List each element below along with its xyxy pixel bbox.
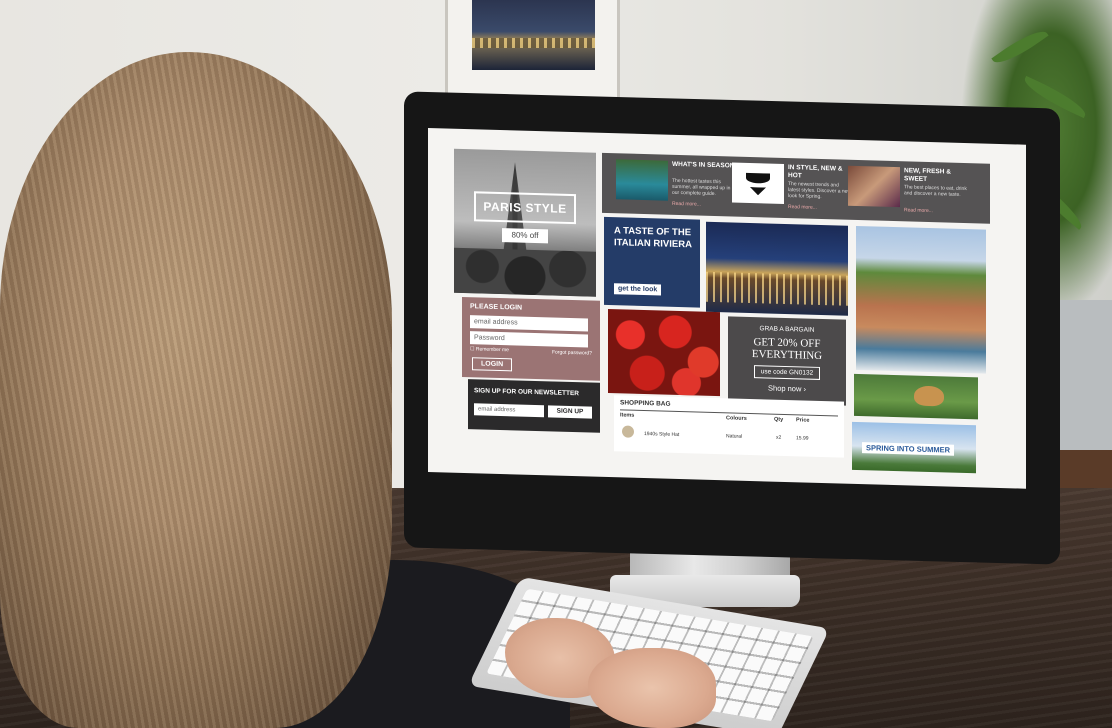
login-panel: PLEASE LOGIN email address Password ☐ Re… [462,296,600,381]
spring-into-summer-banner[interactable]: SPRING INTO SUMMER [852,421,976,474]
feature-item-season[interactable]: WHAT'S IN SEASON The hottest tastes this… [616,159,736,210]
login-title: PLEASE LOGIN [470,303,523,312]
bag-item-qty: x2 [776,434,782,441]
bargain-headline: GET 20% OFF EVERYTHING [751,336,823,363]
bag-item-price: 15.99 [796,435,809,442]
newsletter-panel: SIGN UP FOR OUR NEWSLETTER email address… [468,379,600,433]
hat-thumbnail [622,425,634,438]
wall-picture-frame [445,0,620,104]
paris-style-banner[interactable]: PARIS STYLE 80% off [454,148,596,297]
shop-now-link[interactable]: Shop now › [728,382,846,394]
newsletter-email-input[interactable]: email address [474,403,544,418]
bargain-promo[interactable]: GRAB A BARGAIN GET 20% OFF EVERYTHING us… [728,316,846,406]
italian-riviera-promo[interactable]: A TASTE OF THE ITALIAN RIVIERA get the l… [604,216,700,308]
woman-hair [0,52,392,728]
get-the-look-button[interactable]: get the look [614,283,662,296]
coffee-thumbnail [848,165,900,208]
feature-item-style[interactable]: IN STYLE, NEW & HOT The newest trends an… [732,162,852,213]
lagoon-thumbnail [616,159,668,201]
spring-into-summer-label: SPRING INTO SUMMER [862,442,955,456]
bag-item-colour: Natural [726,433,743,440]
login-button[interactable]: LOGIN [472,357,513,372]
italian-riviera-title: A TASTE OF THE ITALIAN RIVIERA [614,225,692,251]
feature-strip: WHAT'S IN SEASON The hottest tastes this… [602,152,990,224]
bikini-thumbnail [732,162,784,204]
forgot-password-link[interactable]: Forgot password? [552,349,592,356]
sign-up-button[interactable]: SIGN UP [548,405,592,419]
remember-me-checkbox[interactable]: ☐ Remember me [470,346,509,353]
bag-item-name: 1940s Style Hat [644,431,680,439]
riviera-coast-image [856,225,986,374]
feature-item-fresh[interactable]: NEW, FRESH & SWEET The best places to ea… [848,165,968,217]
bargain-kicker: GRAB A BARGAIN [759,325,815,334]
paris-style-offer: 80% off [502,228,548,244]
harbor-night-image [706,221,848,316]
shopping-bag-panel: SHOPPING BAG Items Colours Qty Price 194… [614,395,844,458]
harbor-night-photo [472,0,595,70]
cat-on-grass-image [854,373,978,420]
shopping-bag-title: SHOPPING BAG [620,399,671,408]
paris-style-title: PARIS STYLE [474,191,576,225]
login-email-input[interactable]: email address [470,315,588,332]
bargain-code: use code GN0132 [753,365,821,380]
monitor-screen: PARIS STYLE 80% off WHAT'S IN SEASON The… [428,128,1026,489]
newsletter-title: SIGN UP FOR OUR NEWSLETTER [474,387,579,398]
login-password-input[interactable]: Password [470,331,588,348]
tomatoes-image [608,309,720,397]
